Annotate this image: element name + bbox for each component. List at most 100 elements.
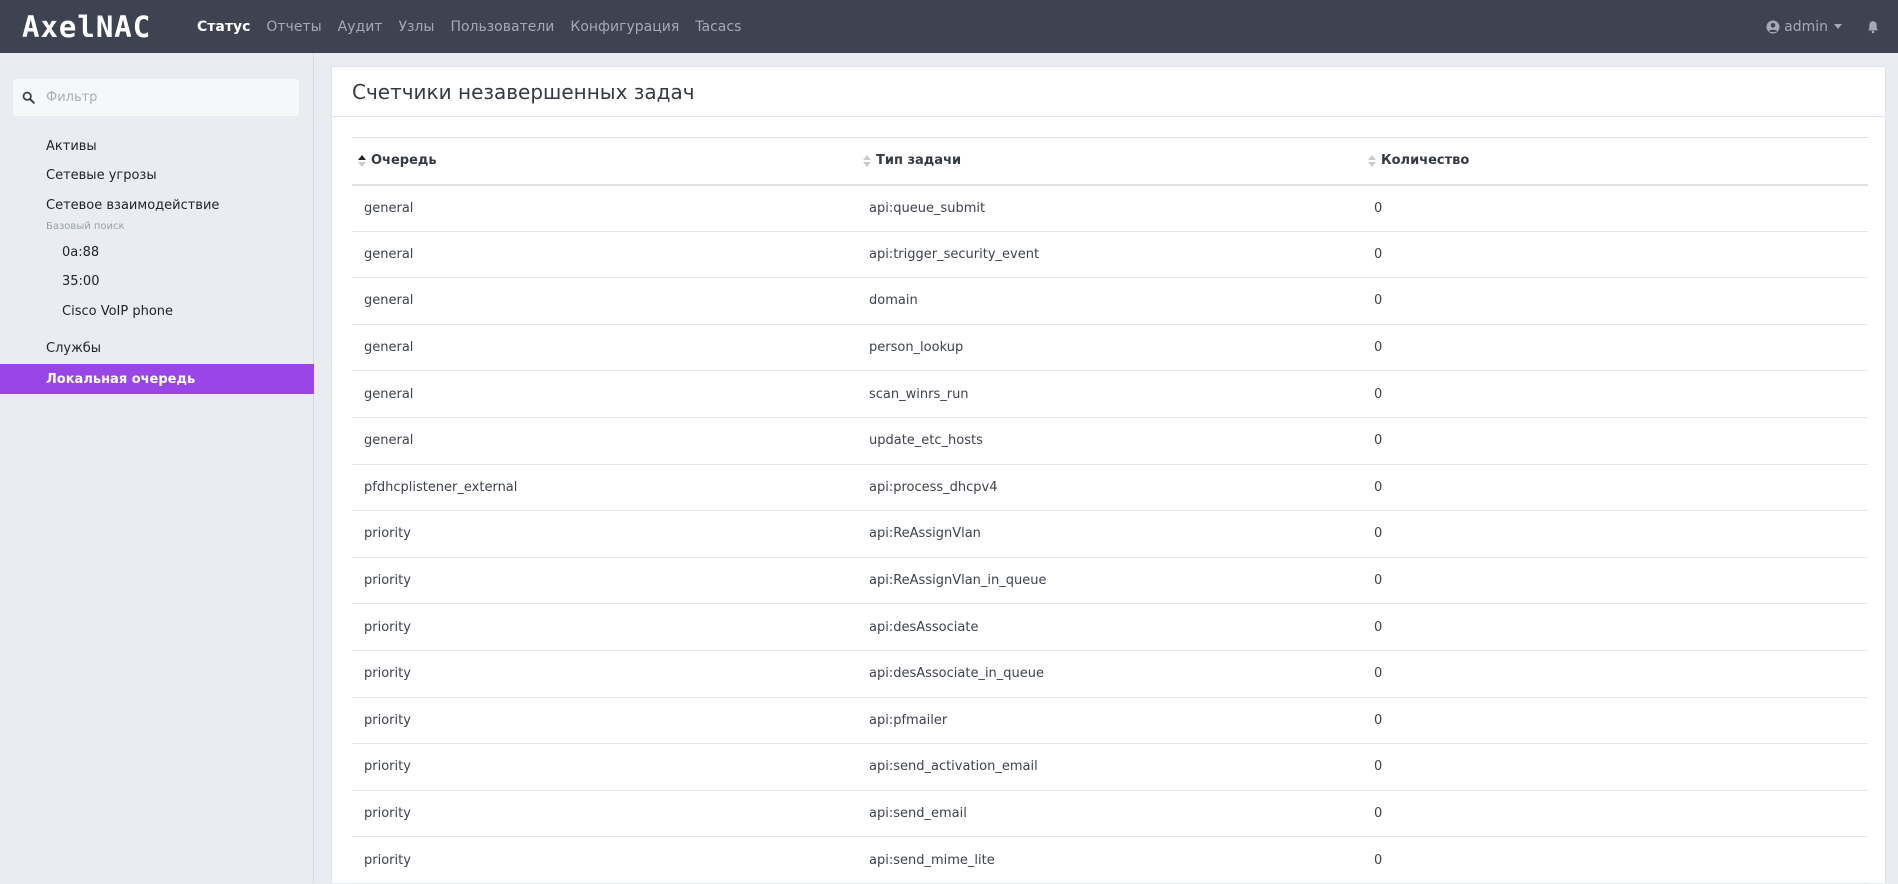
cell-task-type: api:pfmailer [857,697,1362,745]
cell-count: 0 [1362,231,1868,279]
nav-item-reports[interactable]: Отчеты [266,19,321,35]
table-row[interactable]: general scan_winrs_run 0 [352,370,1868,418]
sidebar-item-network-threats[interactable]: Сетевые угрозы [46,168,157,183]
cell-queue: general [352,277,857,325]
cell-queue: priority [352,557,857,605]
search-icon [22,91,35,104]
sort-icon [1368,154,1376,168]
cell-count: 0 [1362,184,1868,232]
cell-queue: general [352,231,857,279]
table-header-row: Очередь Тип задачи Количество [352,137,1868,185]
brand-logo[interactable]: AxelNAC [22,10,197,44]
cell-task-type: api:desAssociate_in_queue [857,650,1362,698]
sidebar-subitem-0a88[interactable]: 0a:88 [62,245,99,260]
cell-count: 0 [1362,697,1868,745]
table-row[interactable]: priority api:desAssociate 0 [352,603,1868,651]
table-row[interactable]: priority api:send_email 0 [352,790,1868,838]
column-header-task-type[interactable]: Тип задачи [857,138,1362,185]
table-row[interactable]: pfdhcplistener_external api:process_dhcpv… [352,464,1868,512]
sidebar-subitem-3500[interactable]: 35:00 [62,274,99,289]
top-navbar: AxelNAC Статус Отчеты Аудит Узлы Пользов… [0,0,1898,53]
sidebar-item-assets[interactable]: Активы [46,139,97,154]
cell-queue: priority [352,790,857,838]
cell-queue: priority [352,603,857,651]
filter-box [13,79,299,116]
column-header-label: Очередь [371,153,437,169]
cell-count: 0 [1362,603,1868,651]
cell-queue: priority [352,510,857,558]
cell-queue: general [352,184,857,232]
cell-queue: priority [352,650,857,698]
cell-task-type: api:desAssociate [857,603,1362,651]
cell-count: 0 [1362,743,1868,791]
sidebar-item-network-interaction[interactable]: Сетевое взаимодействие [46,198,219,213]
nav-item-tacacs[interactable]: Tacacs [695,19,741,35]
sidebar-item-local-queue[interactable]: Локальная очередь [0,364,314,394]
cell-task-type: update_etc_hosts [857,417,1362,465]
nav-item-configuration[interactable]: Конфигурация [570,19,679,35]
cell-count: 0 [1362,510,1868,558]
user-menu[interactable]: admin [1766,19,1842,35]
sidebar-subitem-cisco-voip-phone[interactable]: Cisco VoIP phone [62,304,173,319]
cell-queue: priority [352,743,857,791]
cell-task-type: api:send_activation_email [857,743,1362,791]
cell-count: 0 [1362,836,1868,884]
sidebar-group-basic-search: Базовый поиск [46,221,125,232]
nav-item-status[interactable]: Статус [197,19,250,35]
cell-count: 0 [1362,277,1868,325]
table-row[interactable]: priority api:ReAssignVlan_in_queue 0 [352,557,1868,605]
cell-task-type: api:send_email [857,790,1362,838]
sidebar-item-services[interactable]: Службы [46,341,101,356]
sort-icon [863,154,871,168]
table-container: Очередь Тип задачи Количество general api… [352,137,1868,884]
table-row[interactable]: priority api:desAssociate_in_queue 0 [352,650,1868,698]
cell-queue: general [352,417,857,465]
nav-item-nodes[interactable]: Узлы [398,19,434,35]
cell-queue: pfdhcplistener_external [352,464,857,512]
nav-right: admin [1766,0,1880,53]
cell-queue: priority [352,836,857,884]
cell-task-type: api:process_dhcpv4 [857,464,1362,512]
cell-count: 0 [1362,324,1868,372]
cell-task-type: domain [857,277,1362,325]
column-header-count[interactable]: Количество [1362,138,1868,185]
pending-tasks-table: Очередь Тип задачи Количество general api… [352,137,1868,884]
bell-icon[interactable] [1866,20,1880,34]
table-row[interactable]: priority api:send_mime_lite 0 [352,836,1868,884]
caret-down-icon [1834,24,1842,29]
table-row[interactable]: general api:trigger_security_event 0 [352,231,1868,279]
column-header-label: Количество [1381,153,1470,169]
cell-count: 0 [1362,790,1868,838]
cell-count: 0 [1362,464,1868,512]
table-row[interactable]: general update_etc_hosts 0 [352,417,1868,465]
main-card: Счетчики незавершенных задач Очередь Тип… [331,66,1886,884]
cell-queue: general [352,324,857,372]
table-row[interactable]: general domain 0 [352,277,1868,325]
column-header-queue[interactable]: Очередь [352,138,857,185]
cell-count: 0 [1362,557,1868,605]
filter-input[interactable] [44,89,284,106]
table-row[interactable]: general api:queue_submit 0 [352,184,1868,232]
main-nav: Статус Отчеты Аудит Узлы Пользователи Ко… [197,0,757,53]
page-title: Счетчики незавершенных задач [332,67,1885,117]
user-circle-icon [1766,20,1780,34]
user-name: admin [1784,18,1828,35]
column-header-label: Тип задачи [876,153,962,169]
table-row[interactable]: general person_lookup 0 [352,324,1868,372]
table-row[interactable]: priority api:send_activation_email 0 [352,743,1868,791]
cell-task-type: api:ReAssignVlan [857,510,1362,558]
cell-task-type: api:trigger_security_event [857,231,1362,279]
cell-queue: priority [352,697,857,745]
table-row[interactable]: priority api:ReAssignVlan 0 [352,510,1868,558]
sidebar: Активы Сетевые угрозы Сетевое взаимодейс… [0,53,314,883]
cell-queue: general [352,370,857,418]
cell-task-type: api:ReAssignVlan_in_queue [857,557,1362,605]
cell-task-type: scan_winrs_run [857,370,1362,418]
cell-task-type: api:queue_submit [857,184,1362,232]
sort-ascending-icon [358,154,366,168]
cell-count: 0 [1362,650,1868,698]
cell-count: 0 [1362,417,1868,465]
nav-item-users[interactable]: Пользователи [450,19,554,35]
table-row[interactable]: priority api:pfmailer 0 [352,697,1868,745]
nav-item-audit[interactable]: Аудит [338,19,383,35]
